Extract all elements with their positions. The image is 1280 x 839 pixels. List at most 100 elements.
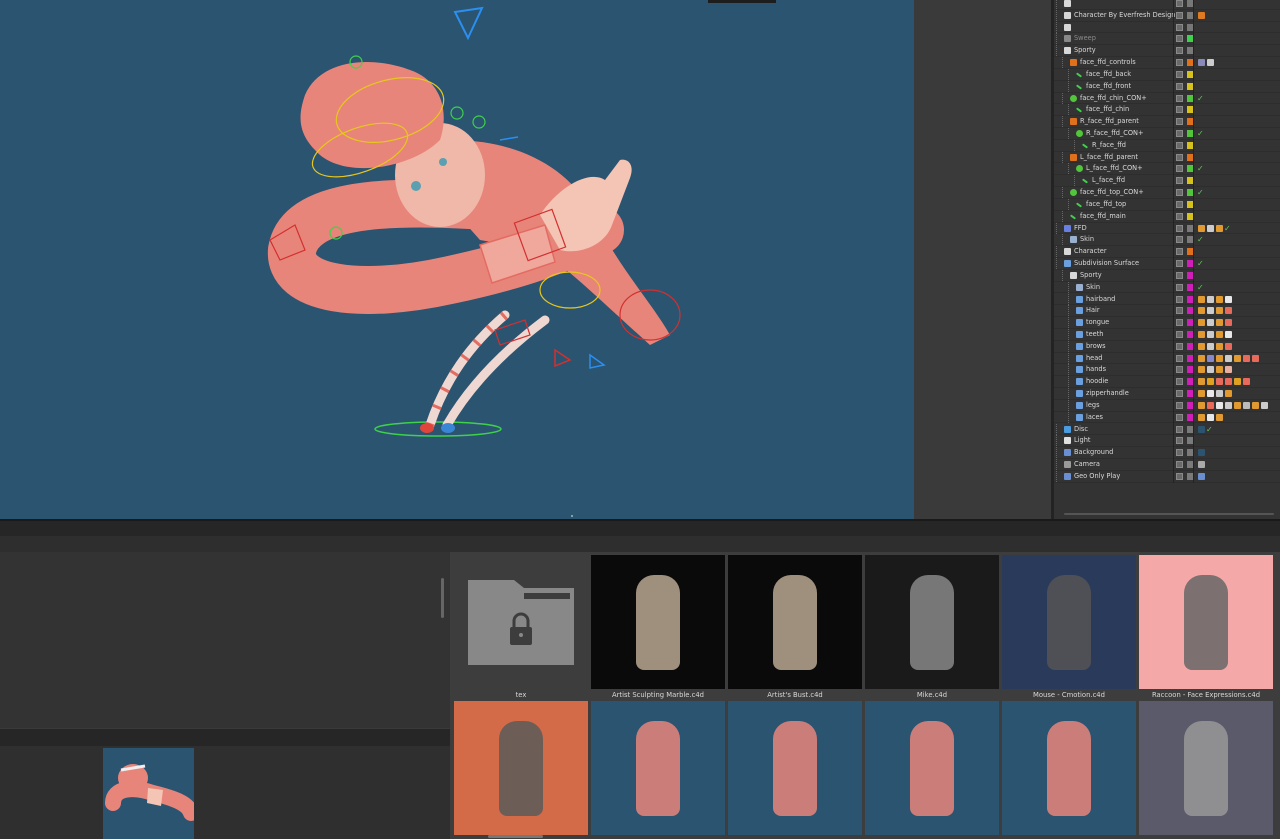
ground-disc-outline[interactable] <box>374 421 502 437</box>
layer-toggle[interactable] <box>1176 460 1183 468</box>
object-tag-icon[interactable] <box>1207 224 1214 232</box>
object-name[interactable]: L_face_ffd <box>1092 176 1125 185</box>
object-name[interactable]: Geo Only Play <box>1074 472 1120 481</box>
asset-tile[interactable] <box>454 701 588 839</box>
character-shoe-right[interactable] <box>441 423 455 433</box>
enabled-check-icon[interactable]: ✓ <box>1197 258 1204 269</box>
object-tag-icon[interactable] <box>1198 11 1205 19</box>
object-row[interactable]: Skin ✓ <box>1054 234 1280 247</box>
layer-toggle[interactable] <box>1176 153 1183 161</box>
object-row[interactable]: tongue <box>1054 317 1280 330</box>
object-name[interactable]: face_ffd_front <box>1086 82 1131 91</box>
character-hair[interactable] <box>300 62 444 169</box>
object-name[interactable]: Character By Everfresh Design <box>1074 11 1175 20</box>
object-name[interactable]: laces <box>1086 413 1103 422</box>
object-tag-icon[interactable] <box>1243 378 1250 386</box>
rig-foot-target-left[interactable] <box>554 348 572 368</box>
object-tag-icon[interactable] <box>1216 366 1223 374</box>
object-tag-icon[interactable] <box>1243 401 1250 409</box>
layer-toggle[interactable] <box>1176 189 1183 197</box>
object-row[interactable]: FFD ✓ <box>1054 222 1280 235</box>
object-row[interactable]: L_face_ffd_CON+ ✓ <box>1054 163 1280 176</box>
layer-toggle[interactable] <box>1176 165 1183 173</box>
object-row[interactable]: teeth <box>1054 328 1280 341</box>
layer-toggle[interactable] <box>1176 212 1183 220</box>
object-row[interactable]: hairband <box>1054 293 1280 306</box>
enabled-check-icon[interactable]: ✓ <box>1197 234 1204 245</box>
object-row[interactable]: face_ffd_back <box>1054 68 1280 81</box>
layer-toggle[interactable] <box>1176 472 1183 480</box>
object-row[interactable]: Background <box>1054 447 1280 460</box>
object-tag-icon[interactable] <box>1216 390 1223 398</box>
layer-toggle[interactable] <box>1176 200 1183 208</box>
rig-brow-controller[interactable] <box>472 115 486 129</box>
layer-toggle[interactable] <box>1176 11 1183 19</box>
object-row[interactable]: hands <box>1054 364 1280 377</box>
object-manager[interactable]: Character By Everfresh Design Sweep Sporty… <box>1051 0 1280 519</box>
object-tag-icon[interactable] <box>1225 295 1232 303</box>
layer-toggle[interactable] <box>1176 271 1183 279</box>
object-tag-icon[interactable] <box>1225 390 1232 398</box>
3d-viewport[interactable] <box>0 0 914 519</box>
object-name[interactable]: Sporty <box>1074 46 1096 55</box>
enabled-check-icon[interactable]: ✓ <box>1197 128 1204 139</box>
layer-toggle[interactable] <box>1176 342 1183 350</box>
object-row[interactable]: Character By Everfresh Design <box>1054 9 1280 22</box>
asset-tile[interactable] <box>728 701 862 839</box>
rig-ear-controller[interactable] <box>450 106 464 120</box>
object-row[interactable]: brows <box>1054 340 1280 353</box>
enabled-check-icon[interactable]: ✓ <box>1197 187 1204 198</box>
object-tag-icon[interactable] <box>1198 307 1205 315</box>
object-tag-icon[interactable] <box>1216 330 1223 338</box>
object-tag-icon[interactable] <box>1207 366 1214 374</box>
object-tag-icon[interactable] <box>1225 330 1232 338</box>
object-name[interactable]: face_ffd_chin <box>1086 105 1129 114</box>
object-row[interactable]: face_ffd_controls <box>1054 57 1280 70</box>
object-tag-icon[interactable] <box>1234 401 1241 409</box>
object-name[interactable]: face_ffd_controls <box>1080 58 1136 67</box>
object-tag-icon[interactable] <box>1225 342 1232 350</box>
layer-toggle[interactable] <box>1176 0 1183 7</box>
object-tag-icon[interactable] <box>1207 330 1214 338</box>
object-tag-icon[interactable] <box>1198 224 1205 232</box>
layer-toggle[interactable] <box>1176 224 1183 232</box>
object-tag-icon[interactable] <box>1216 354 1223 362</box>
rig-foot-target-right[interactable] <box>589 353 606 369</box>
layer-toggle[interactable] <box>1176 141 1183 149</box>
object-tag-icon[interactable] <box>1198 401 1205 409</box>
object-tag-icon[interactable] <box>1198 342 1205 350</box>
object-row[interactable]: Skin ✓ <box>1054 281 1280 294</box>
layer-toggle[interactable] <box>1176 319 1183 327</box>
object-name[interactable]: L_face_ffd_CON+ <box>1086 164 1143 173</box>
object-row[interactable]: Subdivision Surface ✓ <box>1054 258 1280 271</box>
layer-toggle[interactable] <box>1176 106 1183 114</box>
layer-toggle[interactable] <box>1176 366 1183 374</box>
layer-toggle[interactable] <box>1176 260 1183 268</box>
object-name[interactable]: Disc <box>1074 425 1088 434</box>
layer-toggle[interactable] <box>1176 248 1183 256</box>
object-row[interactable]: face_ffd_top <box>1054 198 1280 211</box>
object-row[interactable]: laces <box>1054 411 1280 424</box>
object-name[interactable]: face_ffd_top <box>1086 200 1126 209</box>
object-name[interactable]: R_face_ffd_CON+ <box>1086 129 1144 138</box>
layer-toggle[interactable] <box>1176 47 1183 55</box>
object-row[interactable]: Camera <box>1054 458 1280 471</box>
layer-toggle[interactable] <box>1176 307 1183 315</box>
object-tag-icon[interactable] <box>1225 319 1232 327</box>
asset-tile[interactable] <box>591 701 725 839</box>
object-name[interactable]: R_face_ffd <box>1092 141 1126 150</box>
preview-scrollbar[interactable] <box>441 578 444 618</box>
object-row[interactable]: zipperhandle <box>1054 388 1280 401</box>
object-name[interactable]: Light <box>1074 436 1090 445</box>
object-tag-icon[interactable] <box>1252 401 1259 409</box>
object-tag-icon[interactable] <box>1207 59 1214 67</box>
object-row[interactable]: hoodie <box>1054 376 1280 389</box>
character-shoe-left[interactable] <box>420 423 434 433</box>
object-tag-icon[interactable] <box>1198 449 1205 457</box>
object-row[interactable]: Sweep <box>1054 33 1280 46</box>
asset-browser[interactable]: tex Artist Sculpting Marble.c4d Artist's B… <box>450 552 1280 839</box>
object-name[interactable]: Background <box>1074 448 1113 457</box>
object-tag-icon[interactable] <box>1207 390 1214 398</box>
folder-tile[interactable]: tex <box>454 555 588 703</box>
asset-tile[interactable]: Mouse - Cmotion.c4d <box>1002 555 1136 703</box>
